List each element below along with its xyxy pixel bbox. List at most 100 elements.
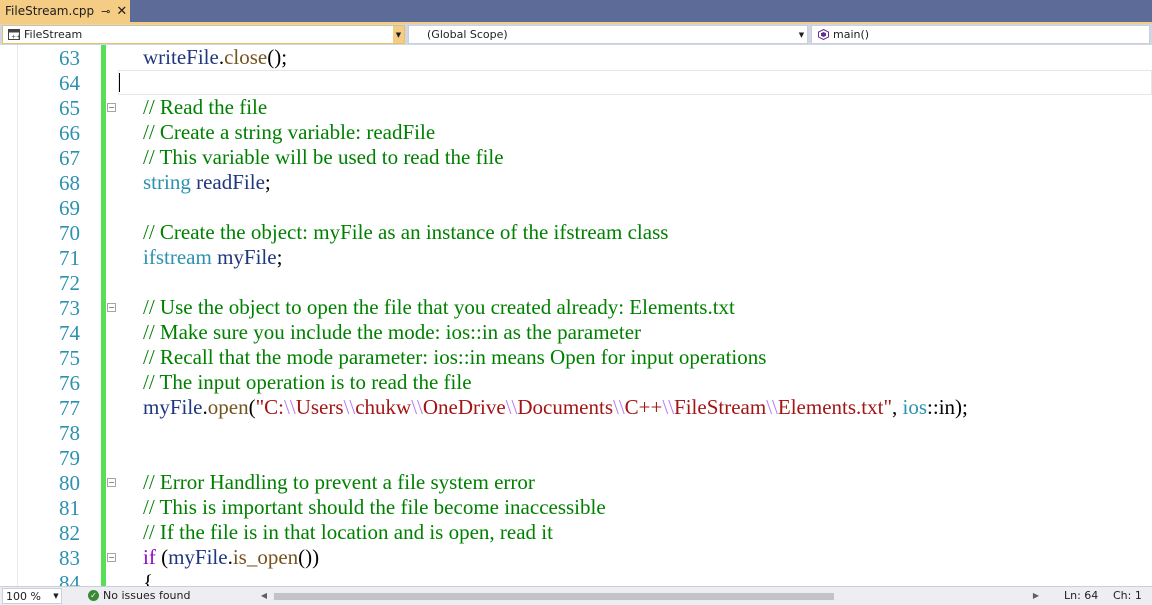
code-token: ; [276, 245, 283, 269]
code-line[interactable]: 72 [0, 270, 1152, 295]
code-line[interactable]: 78 [0, 420, 1152, 445]
code-token: // Create a string variable: readFile [143, 120, 436, 144]
issues-indicator[interactable]: ✓ No issues found [88, 589, 190, 602]
code-line[interactable]: 80 − // Error Handling to prevent a file s… [0, 470, 1152, 495]
editor-status-bar: 100 % ▼ ✓ No issues found ◀ ▶ Ln: 64 Ch:… [0, 586, 1152, 605]
code-token: // Recall that the mode parameter: ios::… [143, 345, 767, 369]
code-token: \\ [766, 395, 778, 419]
close-icon[interactable]: ✕ [116, 4, 127, 19]
document-tab[interactable]: FileStream.cpp ⊸ ✕ [0, 0, 130, 22]
code-line[interactable]: 69 [0, 195, 1152, 220]
code-token: readFile [196, 170, 265, 194]
code-text: writeFile.close(); [143, 45, 287, 70]
scroll-left-icon[interactable]: ◀ [258, 589, 270, 603]
scope-dropdown[interactable]: (Global Scope) ▼ [408, 25, 808, 44]
change-marker [101, 220, 106, 245]
project-icon: ++ [7, 29, 21, 41]
change-marker [101, 295, 106, 320]
pin-icon[interactable]: ⊸ [101, 5, 110, 18]
code-line[interactable]: 68 string readFile; [0, 170, 1152, 195]
collapse-icon[interactable]: − [107, 103, 116, 112]
chevron-down-icon[interactable]: ▼ [796, 26, 807, 43]
code-line[interactable]: 66 // Create a string variable: readFile [0, 120, 1152, 145]
code-line[interactable]: 83− if (myFile.is_open()) [0, 545, 1152, 570]
collapse-icon[interactable]: − [107, 303, 116, 312]
code-line[interactable]: 67 // This variable will be used to read … [0, 145, 1152, 170]
code-line[interactable]: 76 // The input operation is to read the … [0, 370, 1152, 395]
member-dropdown[interactable]: main() [811, 25, 1150, 44]
column-indicator[interactable]: Ch: 1 [1113, 589, 1142, 602]
line-number: 64 [59, 71, 80, 95]
code-token: in [938, 395, 956, 419]
line-number: 63 [59, 46, 80, 70]
change-marker [101, 395, 106, 420]
line-number: 75 [59, 346, 80, 370]
code-line[interactable]: 77 myFile.open("C:\\Users\\chukw\\OneDriv… [0, 395, 1152, 420]
line-number: 80 [59, 471, 80, 495]
code-line[interactable]: 63 writeFile.close(); [0, 45, 1152, 70]
code-line[interactable]: 84 { [0, 570, 1152, 586]
current-line-highlight [118, 70, 1152, 95]
code-token: \\ [411, 395, 423, 419]
tab-title: FileStream.cpp [5, 4, 95, 18]
issues-text: No issues found [103, 589, 191, 602]
line-number: 71 [59, 246, 80, 270]
code-token: // Read the file [143, 95, 268, 119]
code-token: \\ [505, 395, 518, 419]
code-token: Users [295, 395, 344, 419]
change-marker [101, 195, 106, 220]
horizontal-scrollbar[interactable]: ◀ ▶ [258, 589, 1042, 603]
code-line[interactable]: 81 // This is important should the file b… [0, 495, 1152, 520]
line-indicator[interactable]: Ln: 64 [1064, 589, 1098, 602]
code-line[interactable]: 65 − // Read the file [0, 95, 1152, 120]
chevron-down-icon[interactable]: ▼ [51, 592, 61, 600]
change-marker [101, 170, 106, 195]
code-token: ( [155, 545, 169, 569]
code-token: writeFile [143, 45, 219, 69]
line-number: 67 [59, 146, 80, 170]
code-line[interactable]: 82 // If the file is in that location and… [0, 520, 1152, 545]
code-text: // Read the file [143, 95, 267, 120]
code-token: ); [955, 395, 968, 419]
zoom-dropdown[interactable]: 100 % ▼ [2, 588, 62, 604]
change-marker [101, 520, 106, 545]
code-editor[interactable]: 63 writeFile.close(); 64 65 − // Read the fil… [0, 45, 1152, 586]
chevron-down-icon[interactable]: ▼ [393, 26, 404, 43]
check-circle-icon: ✓ [88, 590, 99, 601]
code-token: FileStream [674, 395, 767, 419]
code-token: // This variable will be used to read th… [143, 145, 504, 169]
code-line[interactable]: 64 [0, 70, 1152, 95]
change-marker [101, 270, 106, 295]
code-token: (); [267, 45, 288, 69]
code-line[interactable]: 73 − // Use the object to open the file th… [0, 295, 1152, 320]
code-text: // This variable will be used to read th… [143, 145, 504, 170]
scroll-right-icon[interactable]: ▶ [1030, 589, 1042, 603]
code-token: myFile [217, 245, 277, 269]
code-text: ifstream myFile; [143, 245, 282, 270]
code-line[interactable]: 75 // Recall that the mode parameter: ios… [0, 345, 1152, 370]
line-number: 84 [59, 571, 80, 586]
code-token: , [892, 395, 903, 419]
code-text: // Create a string variable: readFile [143, 120, 435, 145]
project-dropdown[interactable]: ++ FileStream ▼ [2, 25, 405, 44]
code-line[interactable]: 71 ifstream myFile; [0, 245, 1152, 270]
code-token: chukw [355, 395, 412, 419]
change-marker [101, 70, 106, 95]
code-token: { [143, 570, 154, 586]
code-text: // The input operation is to read the fi… [143, 370, 472, 395]
code-token: // This is important should the file bec… [143, 495, 606, 519]
code-line[interactable]: 70 // Create the object: myFile as an ins… [0, 220, 1152, 245]
collapse-icon[interactable]: − [107, 553, 116, 562]
code-token: OneDrive [422, 395, 506, 419]
line-number: 72 [59, 271, 80, 295]
code-token: // If the file is in that location and i… [143, 520, 553, 544]
collapse-icon[interactable]: − [107, 478, 116, 487]
code-token: string [143, 170, 191, 194]
code-line[interactable]: 79 [0, 445, 1152, 470]
scrollbar-thumb[interactable] [274, 593, 834, 600]
line-number: 76 [59, 371, 80, 395]
code-line[interactable]: 74 // Make sure you include the mode: ios… [0, 320, 1152, 345]
change-marker [101, 420, 106, 445]
code-token: close [224, 45, 268, 69]
code-token: ifstream [143, 245, 212, 269]
